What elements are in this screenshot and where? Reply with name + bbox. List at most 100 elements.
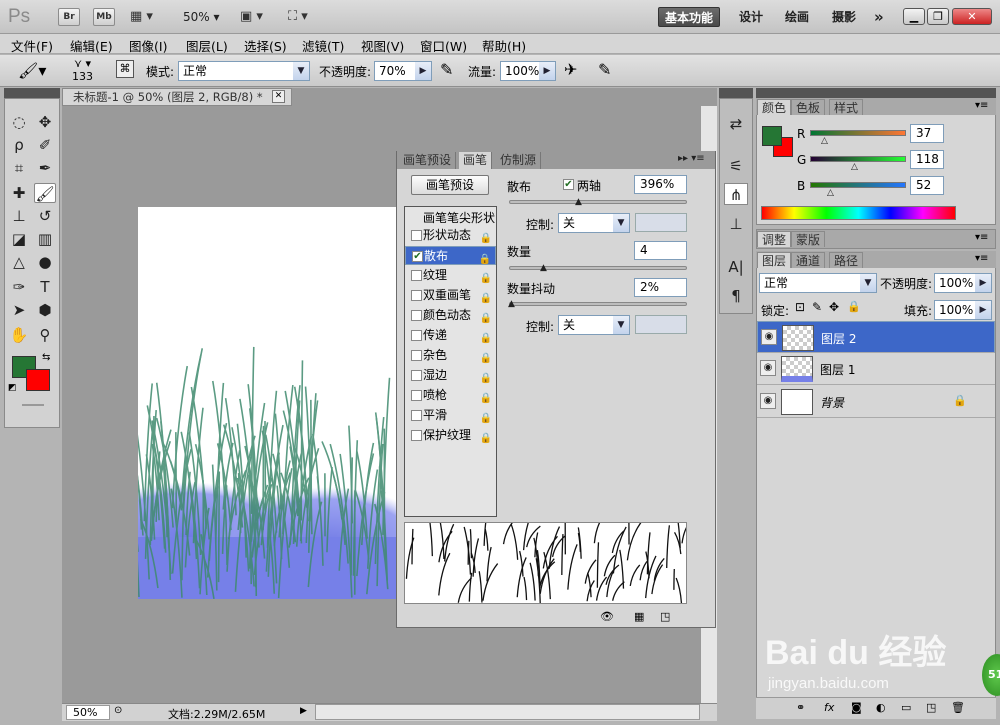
paragraph-icon[interactable]: ¶ <box>724 285 748 307</box>
brush-setting-item[interactable]: 传递 🔒 <box>405 326 496 345</box>
scatter-slider[interactable] <box>509 200 687 204</box>
new-brush-icon[interactable]: ◳ <box>660 610 670 623</box>
new-group-icon[interactable]: ▭ <box>901 701 911 714</box>
view-extras-icon[interactable]: ▦ ▾ <box>130 9 153 25</box>
shape-tool-icon[interactable]: ⬢ <box>34 300 56 320</box>
adjustments-icon[interactable]: ⚟ <box>724 155 748 177</box>
g-slider-knob[interactable]: △ <box>850 163 859 172</box>
brush-setting-item[interactable]: 湿边 🔒 <box>405 366 496 385</box>
checkbox[interactable] <box>411 330 422 341</box>
create-preset-icon[interactable]: ▦ <box>634 610 644 623</box>
gradient-tool-icon[interactable]: ▥ <box>34 229 56 249</box>
tab-color[interactable]: 颜色 <box>757 99 792 115</box>
move-tool-icon[interactable]: ✥ <box>34 112 56 132</box>
color-spectrum-bar[interactable] <box>761 206 956 220</box>
tab-masks[interactable]: 蒙版 <box>791 231 826 247</box>
workspace-painting[interactable]: 绘画 <box>779 7 815 27</box>
brush-presets-button[interactable]: 画笔预设 <box>411 175 489 195</box>
brush-setting-item[interactable]: 双重画笔 🔒 <box>405 286 496 305</box>
brush-panel-icon[interactable]: ⋔ <box>724 183 748 205</box>
background-color-swatch[interactable] <box>26 369 50 391</box>
add-mask-icon[interactable]: ◙ <box>851 701 862 714</box>
dodge-tool-icon[interactable]: ● <box>34 252 56 272</box>
flow-input[interactable]: 100% ▶ <box>500 61 556 81</box>
swap-colors-icon[interactable]: ⇆ <box>42 352 50 363</box>
visibility-eye-icon[interactable]: ◉ <box>760 360 776 376</box>
lock-transparency-icon[interactable]: ⊡ <box>795 300 805 314</box>
count-input[interactable]: 4 <box>634 241 687 260</box>
visibility-eye-icon[interactable]: ◉ <box>761 329 777 345</box>
checkbox[interactable] <box>411 310 422 321</box>
panel-menu-icon[interactable]: ▾≡ <box>975 253 988 264</box>
tab-brush[interactable]: 画笔 <box>459 152 493 169</box>
close-icon[interactable]: ✕ <box>272 90 285 103</box>
tab-styles[interactable]: 样式 <box>829 99 864 115</box>
visibility-eye-icon[interactable]: ◉ <box>760 393 776 409</box>
b-input[interactable]: 52 <box>910 176 944 195</box>
bridge-button[interactable]: Br <box>58 8 80 26</box>
arrange-documents-icon[interactable]: ▣ ▾ <box>240 9 263 25</box>
status-info-icon[interactable]: ⊙ <box>114 705 122 716</box>
new-layer-icon[interactable]: ◳ <box>926 701 936 714</box>
tablet-size-icon[interactable]: ✎ <box>598 60 611 79</box>
screen-mode-icon[interactable]: ⛶ ▾ <box>288 9 308 25</box>
lock-pixels-icon[interactable]: ✎ <box>812 300 822 314</box>
eraser-tool-icon[interactable]: ◪ <box>8 229 30 249</box>
checkbox[interactable] <box>411 370 422 381</box>
menu-edit[interactable]: 编辑(E) <box>70 36 113 55</box>
menu-image[interactable]: 图像(I) <box>129 36 167 55</box>
blend-mode-dropdown[interactable]: 正常 ▼ <box>759 273 877 293</box>
delete-layer-icon[interactable]: 🗑 <box>951 701 965 714</box>
count-control-dropdown[interactable]: 关 ▼ <box>558 315 630 335</box>
clone-source-icon[interactable]: ⊥ <box>724 213 748 235</box>
brush-setting-item[interactable]: 纹理 🔒 <box>405 266 496 285</box>
b-slider[interactable] <box>810 182 906 188</box>
tab-paths[interactable]: 路径 <box>829 252 864 268</box>
clone-stamp-tool-icon[interactable]: ⊥ <box>8 206 30 226</box>
status-menu-arrow-icon[interactable]: ▶ <box>300 706 307 716</box>
marquee-tool-icon[interactable]: ◌ <box>8 112 30 132</box>
brush-preset-picker[interactable]: ⋎ ▾ 133 <box>72 57 93 83</box>
count-slider[interactable] <box>509 266 687 270</box>
opacity-input[interactable]: 70% ▶ <box>374 61 432 81</box>
quick-selection-tool-icon[interactable]: ✐ <box>34 135 56 155</box>
tab-adjustments[interactable]: 调整 <box>757 231 792 247</box>
quick-mask-icon[interactable] <box>22 404 44 406</box>
brush-setting-item[interactable]: 喷枪 🔒 <box>405 386 496 405</box>
tab-brush-presets[interactable]: 画笔预设 <box>399 152 457 169</box>
workspace-essentials[interactable]: 基本功能 <box>658 7 721 27</box>
restore-button[interactable]: ❐ <box>927 8 949 25</box>
layer-row[interactable]: ◉ 图层 1 <box>757 353 995 385</box>
r-input[interactable]: 37 <box>910 124 944 143</box>
adjustment-layer-icon[interactable]: ◐ <box>876 701 886 714</box>
checkbox[interactable] <box>411 430 422 441</box>
close-button[interactable]: ✕ <box>952 8 992 25</box>
menu-view[interactable]: 视图(V) <box>361 36 404 55</box>
type-tool-icon[interactable]: T <box>34 277 56 297</box>
brush-setting-item[interactable]: 颜色动态 🔒 <box>405 306 496 325</box>
status-zoom[interactable]: 50% <box>66 705 110 720</box>
zoom-tool-icon[interactable]: ⚲ <box>34 325 56 345</box>
brush-tool-preset-icon[interactable]: 🖌▾ <box>18 61 46 80</box>
path-selection-tool-icon[interactable]: ➤ <box>8 300 30 320</box>
count-jitter-slider[interactable] <box>509 302 687 306</box>
brush-setting-item[interactable]: 平滑 🔒 <box>405 406 496 425</box>
tablet-opacity-icon[interactable]: ✎ <box>440 60 453 79</box>
checkbox[interactable] <box>411 230 422 241</box>
scatter-input[interactable]: 396% <box>634 175 687 194</box>
r-slider-knob[interactable]: △ <box>820 137 829 146</box>
layer-row[interactable]: ◉ 图层 2 <box>757 321 995 353</box>
count-jitter-input[interactable]: 2% <box>634 278 687 297</box>
count-slider-knob[interactable]: ▲ <box>539 264 548 273</box>
checkbox[interactable] <box>411 390 422 401</box>
b-slider-knob[interactable]: △ <box>826 189 835 198</box>
panel-collapse-icon[interactable]: ▸▸ ▾≡ <box>678 153 705 164</box>
layer-style-icon[interactable]: fx <box>824 701 834 714</box>
color-panel-fg-swatch[interactable] <box>762 126 782 146</box>
tab-channels[interactable]: 通道 <box>791 252 826 268</box>
scatter-control-dropdown[interactable]: 关 ▼ <box>558 213 630 233</box>
menu-window[interactable]: 窗口(W) <box>420 36 467 55</box>
layer-row[interactable]: ◉ 背景 🔒 <box>757 386 995 418</box>
checkbox[interactable] <box>411 270 422 281</box>
workspace-photography[interactable]: 摄影 <box>826 7 862 27</box>
